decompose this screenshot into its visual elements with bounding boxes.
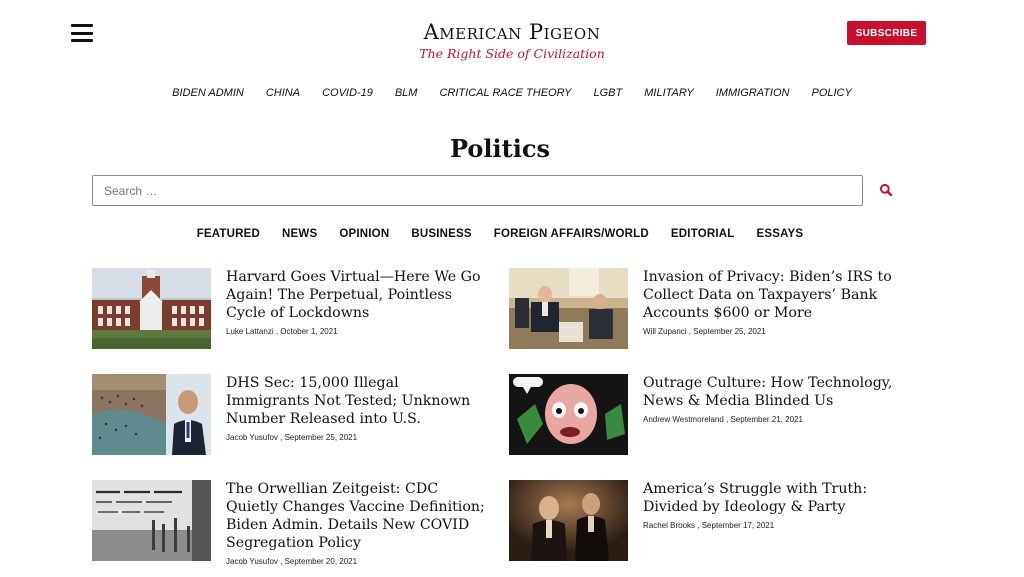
topnav-item-critical-race-theory[interactable]: CRITICAL RACE THEORY: [439, 87, 571, 99]
article-author[interactable]: Jacob Yusufov: [226, 557, 278, 566]
topnav-item-lgbt[interactable]: LGBT: [594, 87, 623, 99]
article-author[interactable]: Andrew Westmoreland: [643, 415, 724, 424]
subnav-item-opinion[interactable]: OPINION: [339, 228, 389, 240]
page-title: Politics: [450, 134, 550, 163]
article-thumbnail[interactable]: [509, 268, 628, 349]
subnav-item-essays[interactable]: ESSAYS: [756, 228, 803, 240]
subscribe-button[interactable]: SUBSCRIBE: [847, 21, 926, 45]
search-field[interactable]: [92, 175, 863, 206]
subnav-item-business[interactable]: BUSINESS: [411, 228, 471, 240]
topnav-item-covid-19[interactable]: COVID-19: [322, 87, 373, 99]
subnav-item-editorial[interactable]: EDITORIAL: [671, 228, 735, 240]
article-card: Invasion of Privacy: Biden’s IRS to Coll…: [509, 268, 903, 349]
topnav-item-blm[interactable]: BLM: [395, 87, 418, 99]
article-byline: Luke Lattanzi , October 1, 2021: [226, 327, 338, 336]
site-tagline: The Right Side of Civilization: [419, 46, 605, 61]
article-card: America’s Struggle with Truth: Divided b…: [509, 480, 903, 561]
article-title[interactable]: America’s Struggle with Truth: Divided b…: [643, 480, 903, 516]
topnav-item-biden-admin[interactable]: BIDEN ADMIN: [172, 87, 244, 99]
article-date: September 21, 2021: [730, 415, 803, 424]
two-men-vintage-image: [509, 480, 628, 561]
animal-farm-wall-image: [92, 480, 211, 561]
article-byline: Rachel Brooks , September 17, 2021: [643, 521, 775, 530]
article-date: September 25, 2021: [284, 433, 358, 442]
article-thumbnail[interactable]: [92, 374, 211, 455]
article-date: September 20, 2021: [284, 557, 358, 566]
topnav-item-immigration[interactable]: IMMIGRATION: [716, 87, 790, 99]
article-byline: Andrew Westmoreland , September 21, 2021: [643, 415, 803, 424]
article-thumbnail[interactable]: [509, 480, 628, 561]
article-byline: Will Zupanci , September 25, 2021: [643, 327, 766, 336]
article-thumbnail[interactable]: [509, 374, 628, 455]
section-nav: FEATURED NEWS OPINION BUSINESS FOREIGN A…: [0, 228, 1000, 240]
article-card: Harvard Goes Virtual—Here We Go Again! T…: [92, 268, 486, 349]
oval-office-image: [509, 268, 628, 349]
article-title[interactable]: The Orwellian Zeitgeist: CDC Quietly Cha…: [226, 480, 486, 552]
article-card: The Orwellian Zeitgeist: CDC Quietly Cha…: [92, 480, 486, 566]
article-author[interactable]: Will Zupanci: [643, 327, 687, 336]
harvard-building-image: [92, 268, 211, 349]
subnav-item-foreign-affairs[interactable]: FOREIGN AFFAIRS/WORLD: [494, 228, 649, 240]
subnav-item-featured[interactable]: FEATURED: [197, 228, 260, 240]
article-title[interactable]: DHS Sec: 15,000 Illegal Immigrants Not T…: [226, 374, 486, 428]
topic-nav: BIDEN ADMIN CHINA COVID-19 BLM CRITICAL …: [0, 87, 1024, 99]
topnav-item-policy[interactable]: POLICY: [811, 87, 851, 99]
article-author[interactable]: Luke Lattanzi: [226, 327, 274, 336]
comic-illustration-image: [509, 374, 628, 455]
subnav-item-news[interactable]: NEWS: [282, 228, 317, 240]
article-author[interactable]: Jacob Yusufov: [226, 433, 278, 442]
article-author[interactable]: Rachel Brooks: [643, 521, 695, 530]
article-byline: Jacob Yusufov , September 25, 2021: [226, 433, 358, 442]
border-crowd-image: [92, 374, 211, 455]
article-thumbnail[interactable]: [92, 268, 211, 349]
article-card: Outrage Culture: How Technology, News & …: [509, 374, 903, 455]
search-input[interactable]: [104, 183, 862, 198]
article-thumbnail[interactable]: [92, 480, 211, 561]
article-byline: Jacob Yusufov , September 20, 2021: [226, 557, 358, 566]
article-title[interactable]: Outrage Culture: How Technology, News & …: [643, 374, 903, 410]
topnav-item-military[interactable]: MILITARY: [644, 87, 694, 99]
article-date: September 25, 2021: [693, 327, 766, 336]
search-icon[interactable]: [879, 183, 893, 197]
article-title[interactable]: Harvard Goes Virtual—Here We Go Again! T…: [226, 268, 486, 322]
article-title[interactable]: Invasion of Privacy: Biden’s IRS to Coll…: [643, 268, 903, 322]
article-date: October 1, 2021: [280, 327, 338, 336]
article-card: DHS Sec: 15,000 Illegal Immigrants Not T…: [92, 374, 486, 455]
article-date: September 17, 2021: [701, 521, 775, 530]
topnav-item-china[interactable]: CHINA: [266, 87, 300, 99]
